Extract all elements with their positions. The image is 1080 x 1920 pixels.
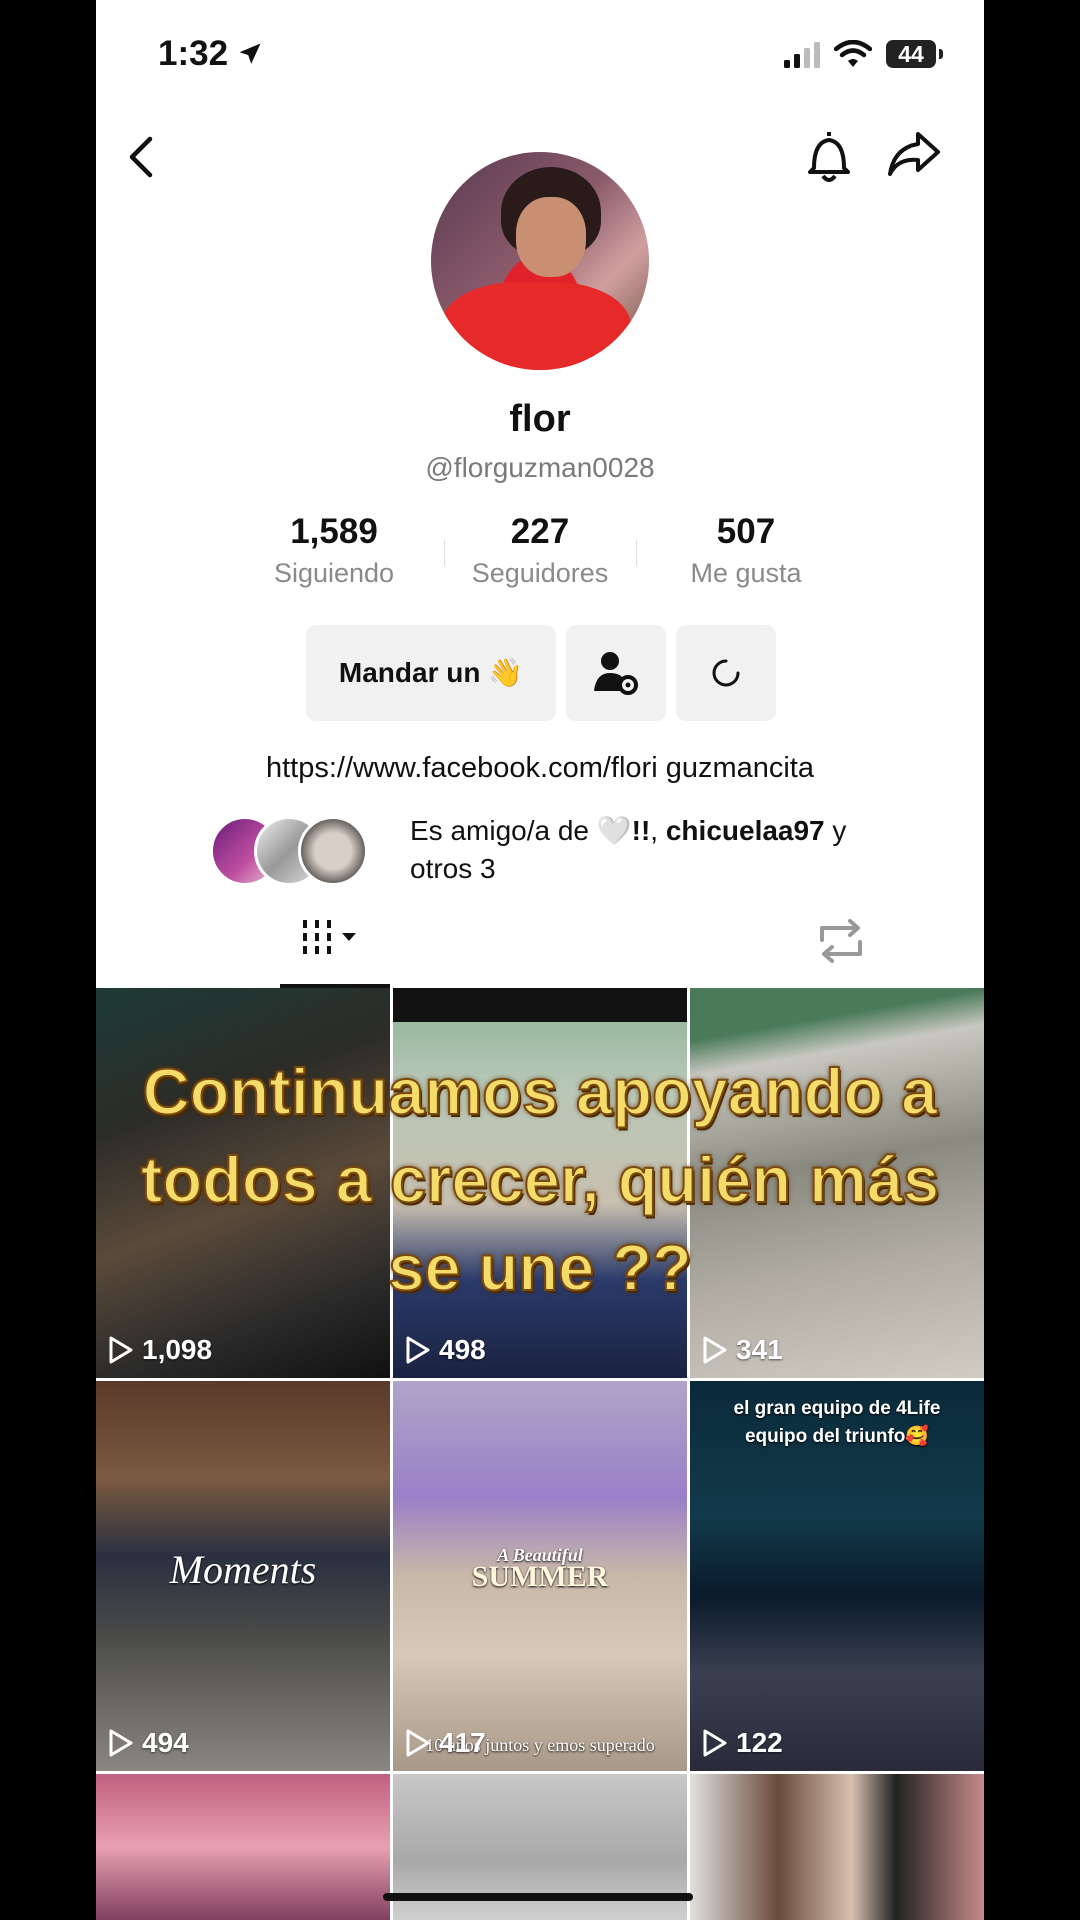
video-caption: el gran equipo de 4Life equipo del triun… [733,1398,941,1447]
status-bar: 1:32 44 [96,0,984,110]
friend-name: !! [631,815,651,846]
video-caption: Moments [169,1547,317,1592]
back-arrow-icon[interactable] [126,135,156,179]
friends-prefix: Es amigo/a de 🤍 [410,815,632,846]
stat-likes[interactable]: 507 Me gusta [656,512,836,589]
battery-level: 44 [886,40,936,68]
loading-spinner-icon [712,659,740,687]
mutual-friends[interactable]: Es amigo/a de 🤍!!, chicuelaa97 y otros 3 [210,812,870,892]
view-count: 341 [702,1334,783,1366]
user-settings-button[interactable] [566,625,666,721]
friend-avatar [298,816,368,886]
view-count: 494 [108,1727,189,1759]
play-icon [703,1336,727,1364]
stat-label: Seguidores [471,558,609,588]
overlay-line: se une ?? [387,1230,692,1305]
avatar-face [516,197,586,277]
overlay-line: todos a crecer, quién más [140,1142,940,1217]
video-thumbnail[interactable]: A Beautiful SUMMER 10 años juntos y emos… [393,1381,687,1771]
profile-tabs [96,900,984,988]
grid-icon [303,920,356,954]
caption-overlay: Continuamos apoyando a todos a crecer, q… [96,1048,984,1312]
bell-icon[interactable] [804,128,854,184]
share-arrow-icon[interactable] [886,128,942,180]
view-count-value: 1,098 [142,1334,213,1365]
signal-icon [784,42,820,68]
profile-screen: 1:32 44 flor @florguzman0028 1,589 Sigui… [96,0,984,1920]
video-caption: SUMMER [471,1560,609,1593]
battery-tip [939,49,943,59]
wifi-icon [834,40,872,67]
stat-label: Me gusta [690,558,802,588]
stat-following[interactable]: 1,589 Siguiendo [244,512,424,589]
avatar-shirt [441,282,631,370]
video-thumbnail[interactable] [96,1774,390,1920]
stat-label: Siguiendo [273,558,395,588]
view-count: 1,098 [108,1334,212,1366]
tab-videos[interactable] [280,900,390,984]
view-count: 498 [405,1334,486,1366]
repost-icon [820,919,862,963]
stat-divider [636,540,637,566]
friends-text: Es amigo/a de 🤍!!, chicuelaa97 y otros 3 [410,812,880,888]
stat-followers[interactable]: 227 Seguidores [450,512,630,589]
view-count-value: 122 [736,1727,783,1758]
view-count-value: 498 [439,1334,486,1365]
play-icon [109,1729,133,1757]
tab-reposts[interactable] [786,900,896,984]
profile-name: flor [509,398,571,440]
status-time: 1:32 [158,34,229,73]
wave-button[interactable]: Mandar un 👋 [306,625,556,721]
home-indicator[interactable] [383,1893,693,1901]
view-count: 122 [702,1727,783,1759]
stat-value: 1,589 [290,512,378,551]
play-icon [703,1729,727,1757]
stat-value: 507 [716,512,776,551]
avatar[interactable] [431,152,649,370]
stat-value: 227 [510,512,570,551]
view-count-value: 417 [439,1727,486,1758]
overlay-line: Continuamos apoyando a [142,1054,939,1129]
play-icon [406,1336,430,1364]
play-icon [406,1729,430,1757]
friend-name: chicuelaa97 [665,815,825,846]
profile-stats: 1,589 Siguiendo 227 Seguidores 507 Me gu… [244,512,836,592]
loading-button[interactable] [676,625,776,721]
play-icon [109,1336,133,1364]
user-gear-icon [594,652,638,695]
view-count-value: 341 [736,1334,783,1365]
bio-link[interactable]: https://www.facebook.com/flori guzmancit… [96,752,984,785]
profile-handle: @florguzman0028 [425,452,655,483]
view-count: 417 [405,1727,486,1759]
video-thumbnail[interactable] [690,1774,984,1920]
video-thumbnail[interactable]: Moments 494 [96,1381,390,1771]
video-thumbnail[interactable]: el gran equipo de 4Life equipo del triun… [690,1381,984,1771]
friends-separator: , [650,815,666,846]
location-arrow-icon [239,43,261,64]
view-count-value: 494 [142,1727,189,1758]
stat-divider [444,540,445,566]
